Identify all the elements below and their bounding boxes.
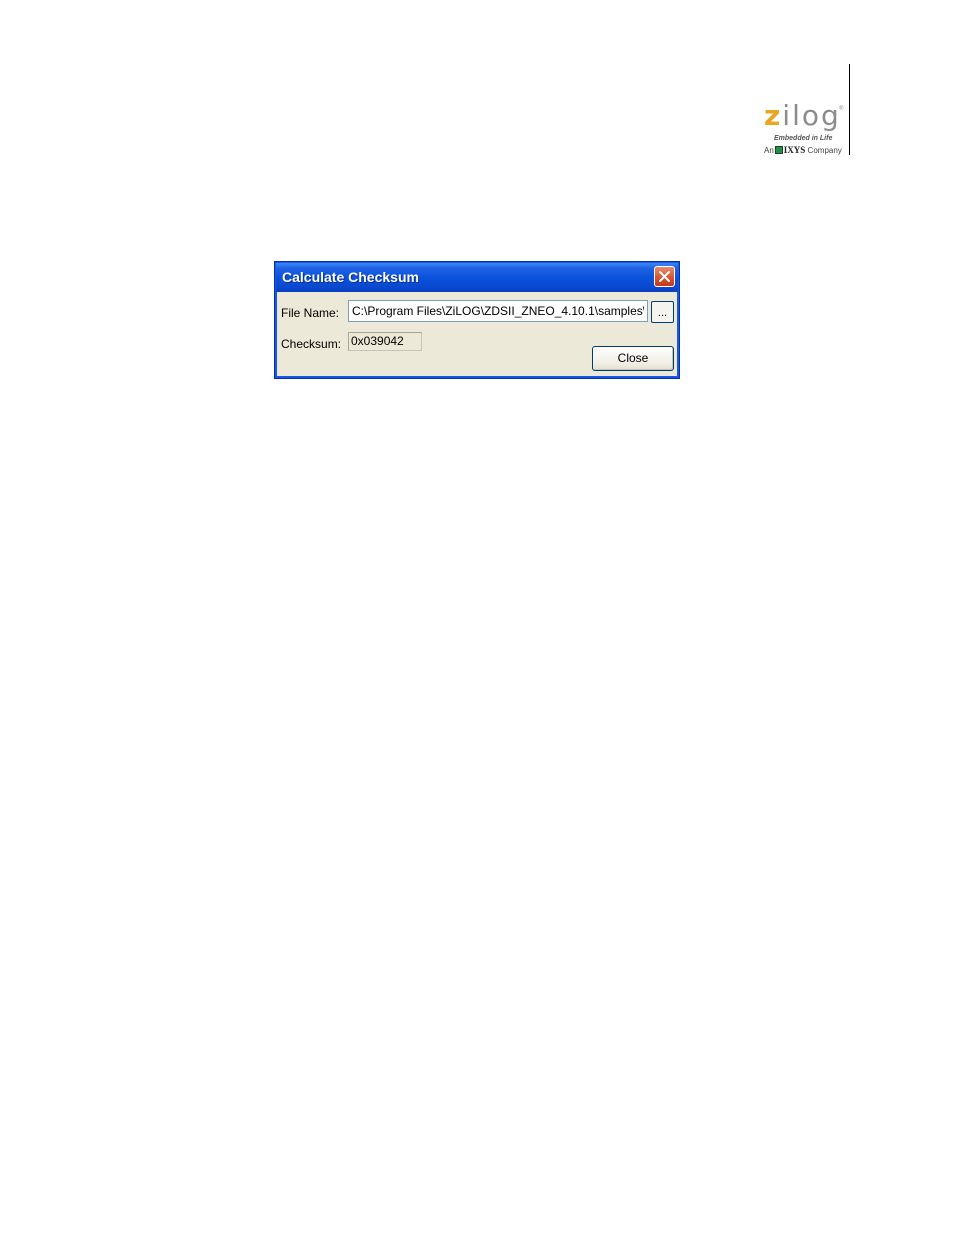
header-divider	[849, 64, 850, 155]
checksum-label: Checksum:	[281, 337, 342, 351]
file-name-label: File Name:	[281, 306, 340, 320]
zilog-logo: zilog ® Embedded in Life An IXYS Company	[760, 100, 848, 158]
checksum-value: 0x039042	[348, 332, 422, 351]
browse-button[interactable]: ...	[651, 301, 674, 323]
logo-wordmark: zilog	[764, 100, 841, 132]
logo-company-line: An IXYS Company	[764, 145, 842, 156]
window-close-button[interactable]	[654, 266, 675, 287]
logo-company-prefix: An	[764, 146, 774, 155]
ixys-mark-icon	[774, 146, 783, 154]
close-button[interactable]: Close	[592, 346, 674, 371]
logo-wordmark-z: z	[764, 99, 783, 132]
calculate-checksum-dialog: Calculate Checksum File Name: ... Checks…	[274, 261, 680, 379]
logo-company-name: IXYS	[783, 145, 806, 155]
logo-tagline: Embedded in Life	[774, 135, 833, 142]
dialog-titlebar[interactable]: Calculate Checksum	[276, 263, 678, 292]
close-icon	[659, 271, 670, 282]
logo-company-suffix: Company	[807, 146, 842, 155]
dialog-body: File Name: ... Checksum: 0x039042 Close	[278, 292, 676, 375]
dialog-title: Calculate Checksum	[282, 269, 419, 285]
logo-trademark: ®	[839, 106, 844, 112]
file-name-input[interactable]	[348, 300, 648, 322]
logo-wordmark-rest: ilog	[782, 99, 841, 132]
